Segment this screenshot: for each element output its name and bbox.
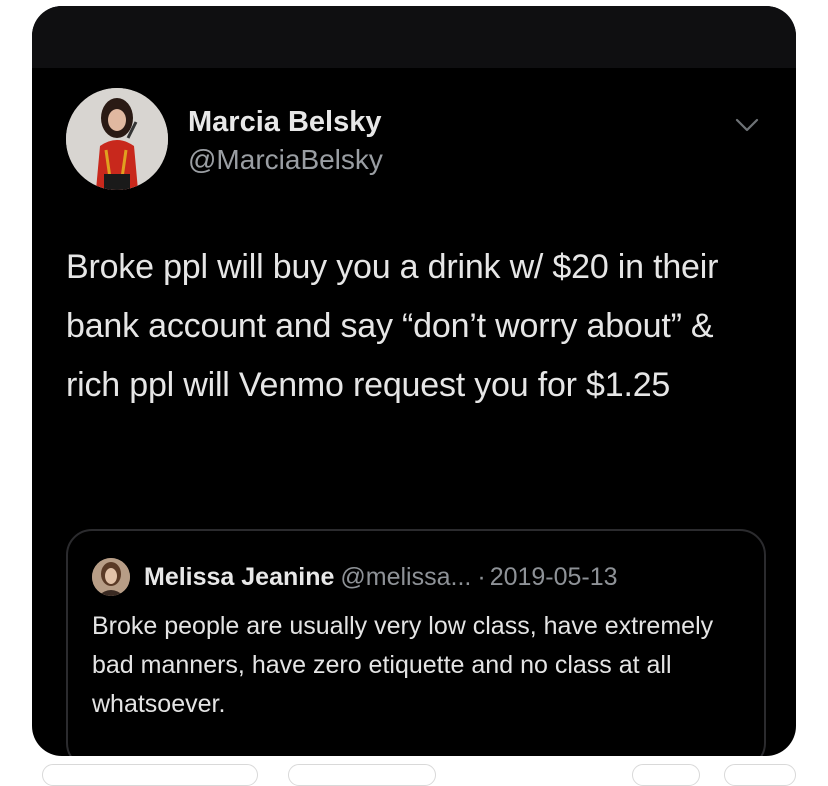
author-handle[interactable]: @MarciaBelsky (188, 144, 383, 176)
quoted-tweet[interactable]: Melissa Jeanine @melissa... · 2019-05-13 Br… (66, 529, 766, 756)
quoted-author-avatar[interactable] (92, 558, 130, 596)
bottom-pill (632, 764, 700, 786)
tweet-card: Marcia Belsky @MarciaBelsky Broke ppl wi… (32, 6, 796, 756)
author-avatar[interactable] (66, 88, 168, 190)
quoted-body: Broke people are usually very low class,… (92, 612, 714, 718)
bottom-pill (42, 764, 258, 786)
avatar-image (66, 88, 168, 190)
author-name[interactable]: Marcia Belsky (188, 106, 381, 139)
tweet-body: Broke ppl will buy you a drink w/ $20 in… (66, 248, 719, 404)
chevron-down-icon[interactable] (734, 114, 760, 136)
quoted-author-handle[interactable]: @melissa... (340, 563, 471, 591)
quoted-avatar-image (92, 558, 130, 596)
top-bar (32, 6, 796, 68)
bottom-pill (288, 764, 436, 786)
bottom-pill (724, 764, 796, 786)
quoted-date[interactable]: 2019-05-13 (490, 563, 618, 591)
quoted-header: Melissa Jeanine @melissa... · 2019-05-13 (144, 563, 618, 592)
header-separator: · (477, 563, 486, 591)
quoted-author-name[interactable]: Melissa Jeanine (144, 563, 334, 591)
